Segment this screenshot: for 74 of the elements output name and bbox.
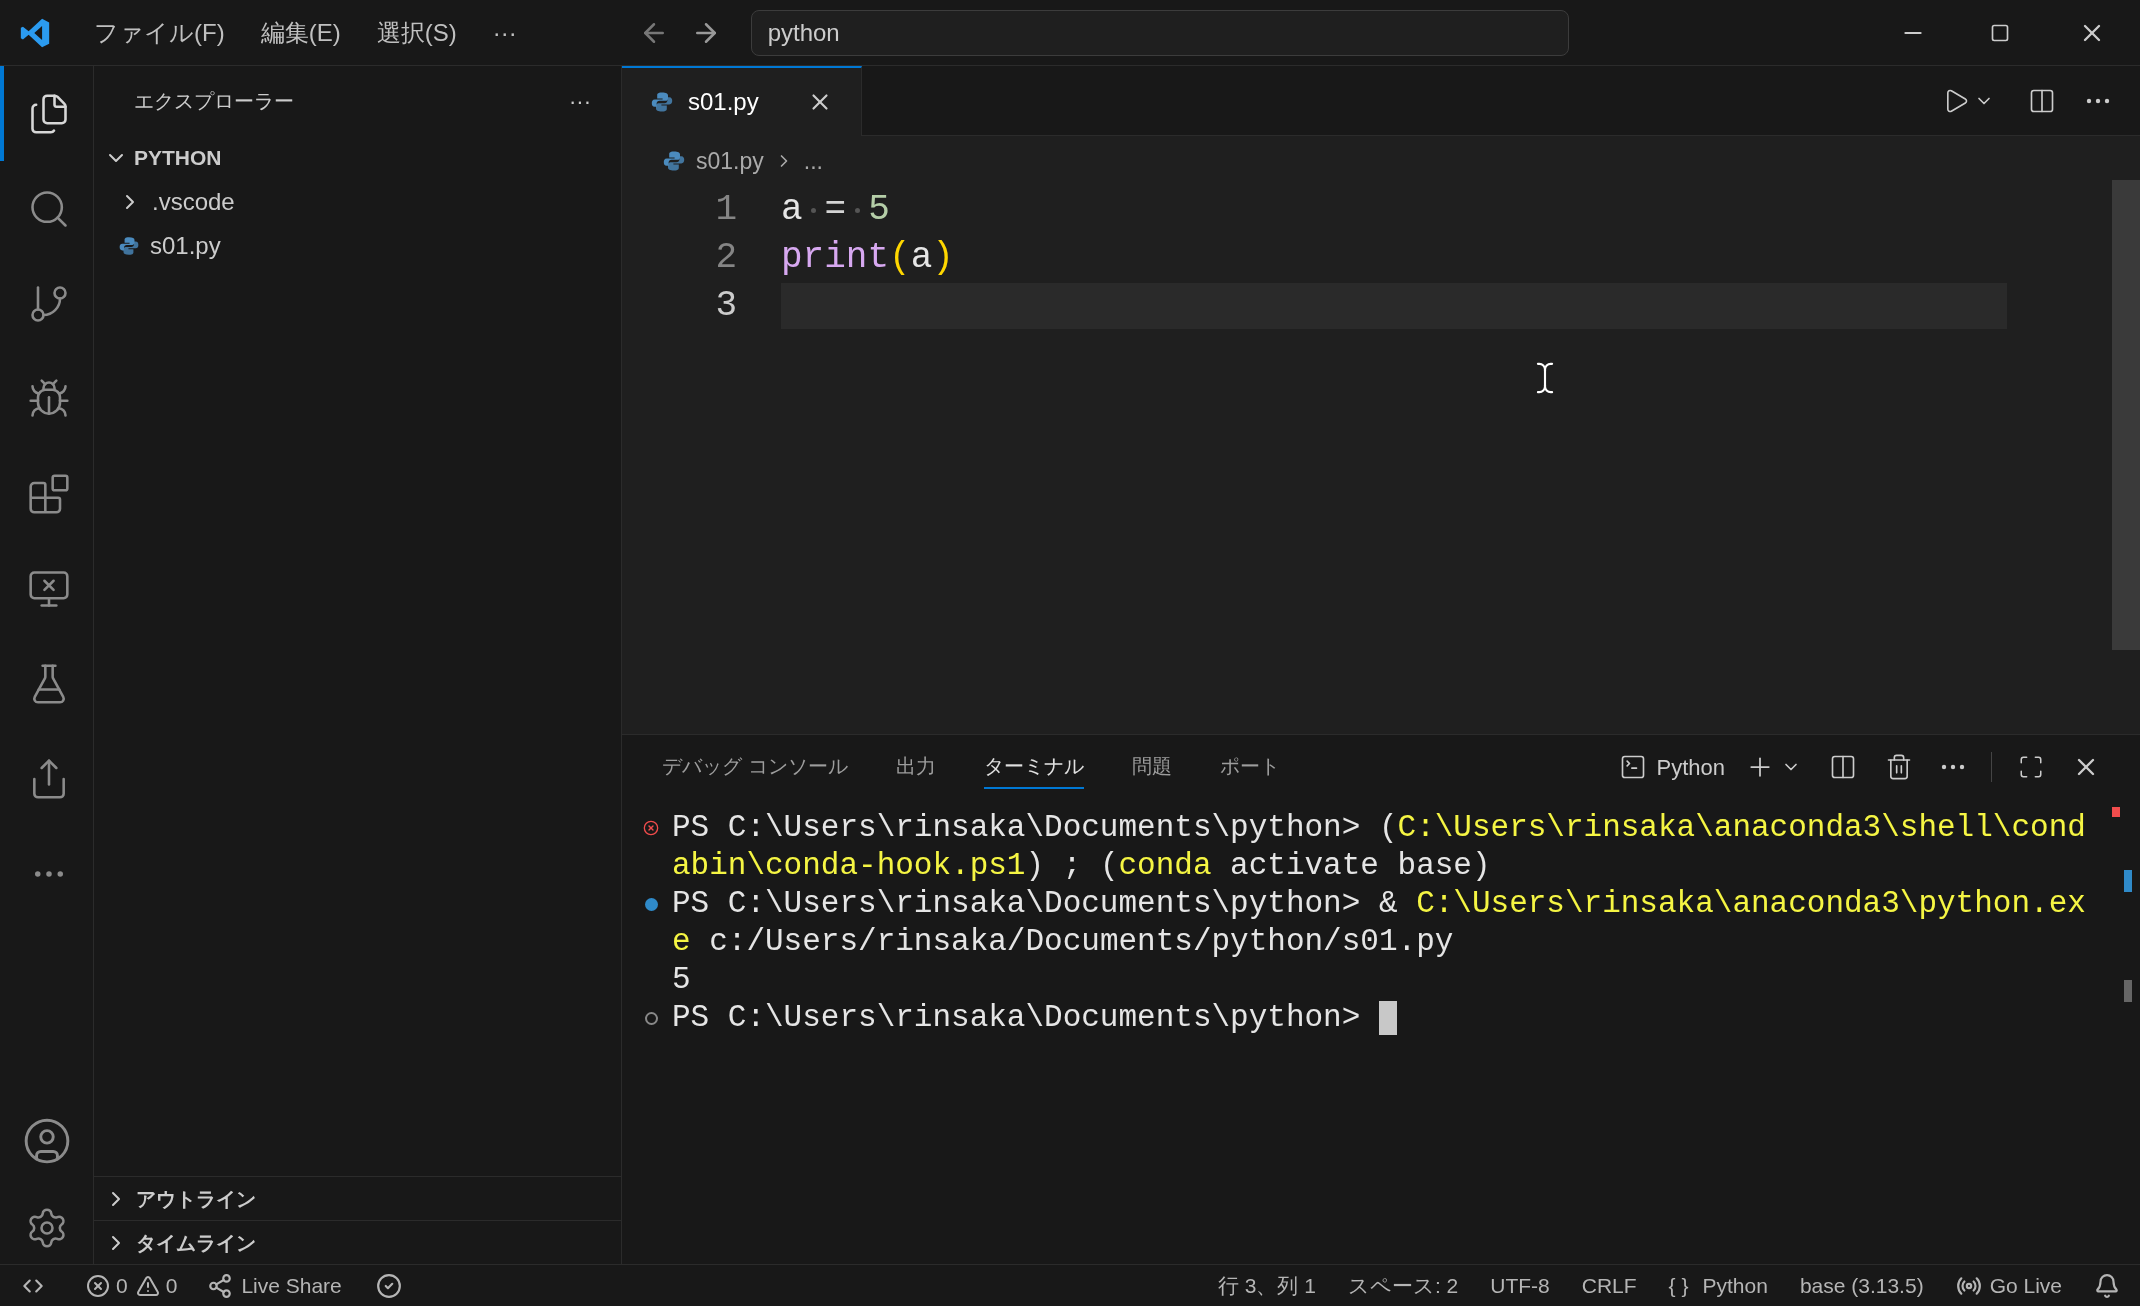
status-item[interactable]: UTF-8 (1490, 1269, 1550, 1302)
breadcrumb-item[interactable]: ... (803, 143, 823, 179)
more-icon[interactable] (2086, 97, 2110, 104)
terminal-line: abin\conda-hook.ps1) ; (conda activate base) (672, 846, 1491, 885)
panel-tab[interactable]: デバッグ コンソール (662, 745, 848, 789)
section-label: アウトライン (136, 1186, 256, 1212)
python-file-icon (650, 90, 674, 114)
menu-item[interactable]: 編集(E) (248, 10, 353, 55)
tab-label: s01.py (688, 87, 759, 117)
terminal-line: e c:/Users/rinsaka/Documents/python/s01.py (672, 922, 1454, 961)
code-token: 5 (868, 188, 890, 232)
check-icon[interactable] (375, 1272, 402, 1299)
python-file-icon (118, 235, 140, 257)
code-token: ) (932, 236, 954, 280)
warning-count[interactable]: 0 (165, 1269, 178, 1302)
panel-tab[interactable]: 出力 (895, 745, 936, 789)
menu-item[interactable]: 選択(S) (364, 10, 469, 55)
maximize-panel-icon[interactable] (2018, 754, 2044, 780)
more-icon (33, 869, 64, 878)
section-label: タイムライン (136, 1230, 256, 1256)
error-count[interactable]: 0 (116, 1269, 128, 1302)
sidebar-title: エクスプローラー (134, 89, 294, 114)
live-share-label[interactable]: Live Share (241, 1269, 342, 1302)
panel-tab[interactable]: ターミナル (983, 745, 1084, 789)
terminal-line: 5 (672, 960, 691, 999)
status-item[interactable]: Go Live (1989, 1269, 2062, 1302)
search-field[interactable]: python (750, 9, 1569, 56)
menu-item[interactable]: ··· (480, 10, 529, 55)
code-token: a (781, 188, 803, 232)
breadcrumb-item[interactable]: s01.py (696, 143, 764, 179)
error-icon (643, 820, 659, 836)
section-header[interactable]: アウトライン (94, 1176, 621, 1220)
split-terminal-icon[interactable] (1829, 753, 1857, 781)
warning-icon (135, 1273, 160, 1298)
code-token: ( (889, 236, 911, 280)
code-token: = (824, 188, 847, 232)
scroll-marker (2112, 807, 2120, 817)
braces-icon: { } (1668, 1269, 1689, 1302)
file-label: .vscode (152, 187, 235, 217)
terminal-name[interactable]: Python (1656, 750, 1725, 784)
bell-icon[interactable] (2094, 1272, 2120, 1299)
more-icon[interactable] (1941, 764, 1965, 770)
status-item[interactable]: base (3.13.5) (1799, 1269, 1924, 1302)
share-icon (207, 1272, 234, 1299)
editor-tab[interactable]: s01.py (622, 66, 862, 136)
menu-item[interactable]: ファイル(F) (82, 10, 237, 55)
python-file-icon (662, 149, 686, 173)
tree-root[interactable]: PYTHON (94, 136, 621, 180)
tree-item[interactable]: s01.py (94, 224, 621, 268)
blocks-icon (26, 471, 71, 516)
file-label: s01.py (150, 231, 221, 261)
folder-label: PYTHON (134, 145, 222, 172)
line-number: 3 (714, 284, 737, 328)
terminal-line: PS C:\Users\rinsaka\Documents\python> & C:\Users\rinsaka\anaconda3\python.ex (672, 884, 2086, 923)
maximize-icon[interactable] (1990, 22, 2010, 43)
terminal-line: PS C:\Users\rinsaka\Documents\python> (672, 998, 1362, 1037)
line-number: 2 (714, 236, 737, 280)
tree-item[interactable]: .vscode (94, 180, 621, 224)
error-icon (86, 1273, 110, 1298)
panel-tab[interactable]: 問題 (1131, 745, 1172, 789)
scroll-marker (2124, 870, 2132, 892)
status-item[interactable]: Python (1702, 1269, 1768, 1302)
status-item[interactable]: 行 3、列 1 (1217, 1269, 1316, 1302)
line-number: 1 (714, 188, 737, 232)
code-token: print (781, 236, 890, 280)
trash-icon[interactable] (1885, 753, 1913, 781)
panel-tab[interactable]: ポート (1219, 745, 1280, 789)
more-button[interactable]: ··· (569, 84, 591, 118)
code-token: a (910, 236, 933, 280)
terminal-line: PS C:\Users\rinsaka\Documents\python> (C:\Users\rinsaka\anaconda3\shell\cond (672, 808, 2086, 847)
status-item[interactable]: CRLF (1581, 1269, 1637, 1302)
status-item[interactable]: スペース: 2 (1347, 1269, 1459, 1302)
scroll-marker (2124, 980, 2132, 1002)
section-header[interactable]: タイムライン (94, 1220, 621, 1264)
